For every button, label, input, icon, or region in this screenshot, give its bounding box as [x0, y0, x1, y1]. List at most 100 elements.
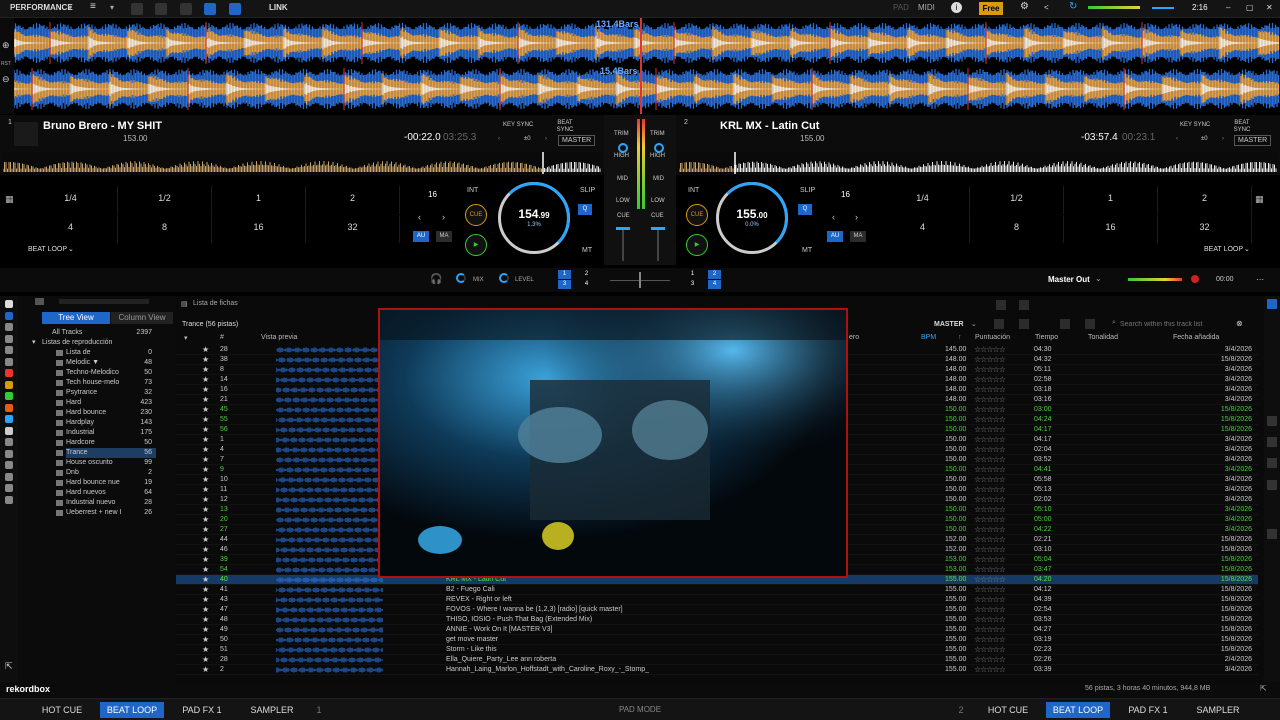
track-preview-waveform[interactable]	[276, 447, 384, 453]
keyboard-icon[interactable]	[5, 438, 13, 446]
more-icon[interactable]: ⋯	[1256, 275, 1264, 284]
soundcloud-icon[interactable]	[5, 403, 13, 412]
track-preview-waveform[interactable]	[276, 617, 384, 623]
rating-stars[interactable]: ☆☆☆☆☆	[974, 535, 1006, 544]
star-icon[interactable]: ★	[202, 375, 209, 384]
star-icon[interactable]: ★	[202, 345, 209, 354]
deck2-jog-wheel[interactable]: 155.00 0.0%	[716, 182, 788, 254]
star-icon[interactable]: ★	[202, 515, 209, 524]
ch1-cue-button[interactable]: CUE	[617, 213, 630, 219]
chevron-left-icon[interactable]: ‹	[1176, 136, 1178, 143]
pad-mode-beat-loop-button[interactable]: BEAT LOOP	[1046, 702, 1110, 718]
pad-mode-hot-cue-button[interactable]: HOT CUE	[30, 702, 94, 718]
rating-stars[interactable]: ☆☆☆☆☆	[974, 445, 1006, 454]
fx-channel-button[interactable]: 2	[580, 270, 593, 279]
rating-stars[interactable]: ☆☆☆☆☆	[974, 485, 1006, 494]
headphones-icon[interactable]: 🎧	[430, 274, 442, 285]
rating-stars[interactable]: ☆☆☆☆☆	[974, 395, 1006, 404]
deck1-play-button[interactable]: ▶	[465, 234, 487, 256]
deck1-loop-pad[interactable]: 1/4	[24, 186, 118, 214]
col-number[interactable]: #	[220, 334, 224, 341]
sampler-icon[interactable]	[5, 380, 13, 389]
chevron-left-icon[interactable]: ‹	[498, 136, 500, 143]
track-preview-waveform[interactable]	[276, 497, 384, 503]
star-icon[interactable]: ★	[202, 595, 209, 604]
pad-mode-pad-fx-1-button[interactable]: PAD FX 1	[1116, 702, 1180, 718]
info-icon[interactable]: i	[951, 2, 962, 13]
star-icon[interactable]: ★	[202, 415, 209, 424]
deck1-int-button[interactable]: INT	[467, 187, 478, 194]
sidebar-playlist-item[interactable]: Dnb 2	[56, 468, 156, 478]
zoom-in-icon[interactable]: ⊕	[2, 40, 10, 51]
star-icon[interactable]: ★	[202, 485, 209, 494]
star-icon[interactable]: ★	[202, 615, 209, 624]
sidebar-playlist-item[interactable]: Trance 56	[56, 448, 156, 458]
folder-icon[interactable]	[5, 449, 13, 458]
track-preview-waveform[interactable]	[276, 437, 384, 443]
sidebar-playlist-item[interactable]: Tech house-melo 73	[56, 378, 156, 388]
star-icon[interactable]: ★	[202, 625, 209, 634]
rating-stars[interactable]: ☆☆☆☆☆	[974, 365, 1006, 374]
sort-ascending-icon[interactable]: ↑	[958, 334, 962, 341]
col-key[interactable]: Tonalidad	[1088, 334, 1118, 341]
rating-stars[interactable]: ☆☆☆☆☆	[974, 525, 1006, 534]
minimize-icon[interactable]: –	[1226, 3, 1230, 12]
table-row[interactable]: ★ 47 FOVOS - Where I wanna be (1,2,3) [rad…	[176, 605, 1258, 615]
sidebar-playlist-item[interactable]: All Tracks 2397	[52, 328, 156, 338]
detail-view-icon[interactable]	[1019, 319, 1029, 329]
deck2-loop-pad[interactable]: 1/4	[876, 186, 970, 214]
deck1-master-tempo-button[interactable]: MT	[582, 247, 592, 254]
grid-icon[interactable]: ▦	[5, 194, 14, 205]
midi-button[interactable]: MIDI	[918, 3, 935, 12]
rating-stars[interactable]: ☆☆☆☆☆	[974, 495, 1006, 504]
rating-stars[interactable]: ☆☆☆☆☆	[974, 515, 1006, 524]
rating-stars[interactable]: ☆☆☆☆☆	[974, 455, 1006, 464]
track-preview-waveform[interactable]	[276, 467, 384, 473]
column-icon[interactable]	[1060, 319, 1070, 329]
rating-stars[interactable]: ☆☆☆☆☆	[974, 665, 1006, 674]
chevron-right-icon[interactable]: ›	[442, 212, 445, 222]
mode-selector[interactable]: PERFORMANCE	[10, 3, 73, 12]
track-preview-waveform[interactable]	[276, 357, 384, 363]
deck1-loop-pad[interactable]: 4	[24, 215, 118, 243]
playlist-icon[interactable]	[5, 334, 13, 343]
deck2-int-button[interactable]: INT	[688, 187, 699, 194]
star-icon[interactable]: ★	[202, 565, 209, 574]
settings-icon[interactable]	[5, 484, 13, 492]
rating-stars[interactable]: ☆☆☆☆☆	[974, 645, 1006, 654]
record-icon[interactable]	[1191, 275, 1199, 283]
ch1-trim-knob[interactable]	[618, 143, 628, 153]
star-icon[interactable]: ★	[202, 655, 209, 664]
sidebar-playlist-item[interactable]: Lista de 0	[56, 348, 156, 358]
chevron-down-icon[interactable]: ⌄	[971, 320, 977, 328]
spotify-icon[interactable]	[5, 392, 13, 400]
col-preview[interactable]: Vista previa	[261, 334, 297, 341]
link-button[interactable]: LINK	[269, 3, 288, 12]
cloud-icon[interactable]	[5, 415, 13, 423]
track-preview-waveform[interactable]	[276, 367, 384, 373]
filter-icon[interactable]: ▾	[184, 334, 188, 342]
track-preview-waveform[interactable]	[276, 567, 384, 573]
deck1-loop-pad[interactable]: 8	[118, 215, 212, 243]
browser-view-toggles[interactable]	[59, 299, 149, 304]
rating-stars[interactable]: ☆☆☆☆☆	[974, 655, 1006, 664]
star-icon[interactable]: ★	[202, 545, 209, 554]
rating-stars[interactable]: ☆☆☆☆☆	[974, 375, 1006, 384]
wrench-icon[interactable]	[1267, 437, 1277, 447]
deck1-loop-pad[interactable]: 2	[306, 186, 400, 214]
deck2-beat-sync-button[interactable]: BEAT SYNC	[1231, 120, 1253, 134]
col-bpm[interactable]: BPM	[921, 334, 936, 341]
search-input[interactable]	[1120, 318, 1250, 330]
track-preview-waveform[interactable]	[276, 477, 384, 483]
deck2-key-sync-button[interactable]: KEY SYNC	[1180, 122, 1210, 129]
share-icon[interactable]: <	[1044, 3, 1049, 12]
level-knob[interactable]	[499, 273, 509, 283]
track-icon[interactable]	[5, 300, 13, 308]
rating-stars[interactable]: ☆☆☆☆☆	[974, 585, 1006, 594]
deck1-quantize-button[interactable]: Q	[578, 204, 592, 215]
artwork-view-icon[interactable]	[1085, 319, 1095, 329]
star-icon[interactable]: ★	[202, 575, 209, 584]
plan-badge[interactable]: Free	[979, 2, 1003, 15]
track-preview-waveform[interactable]	[276, 637, 384, 643]
star-icon[interactable]: ★	[202, 395, 209, 404]
